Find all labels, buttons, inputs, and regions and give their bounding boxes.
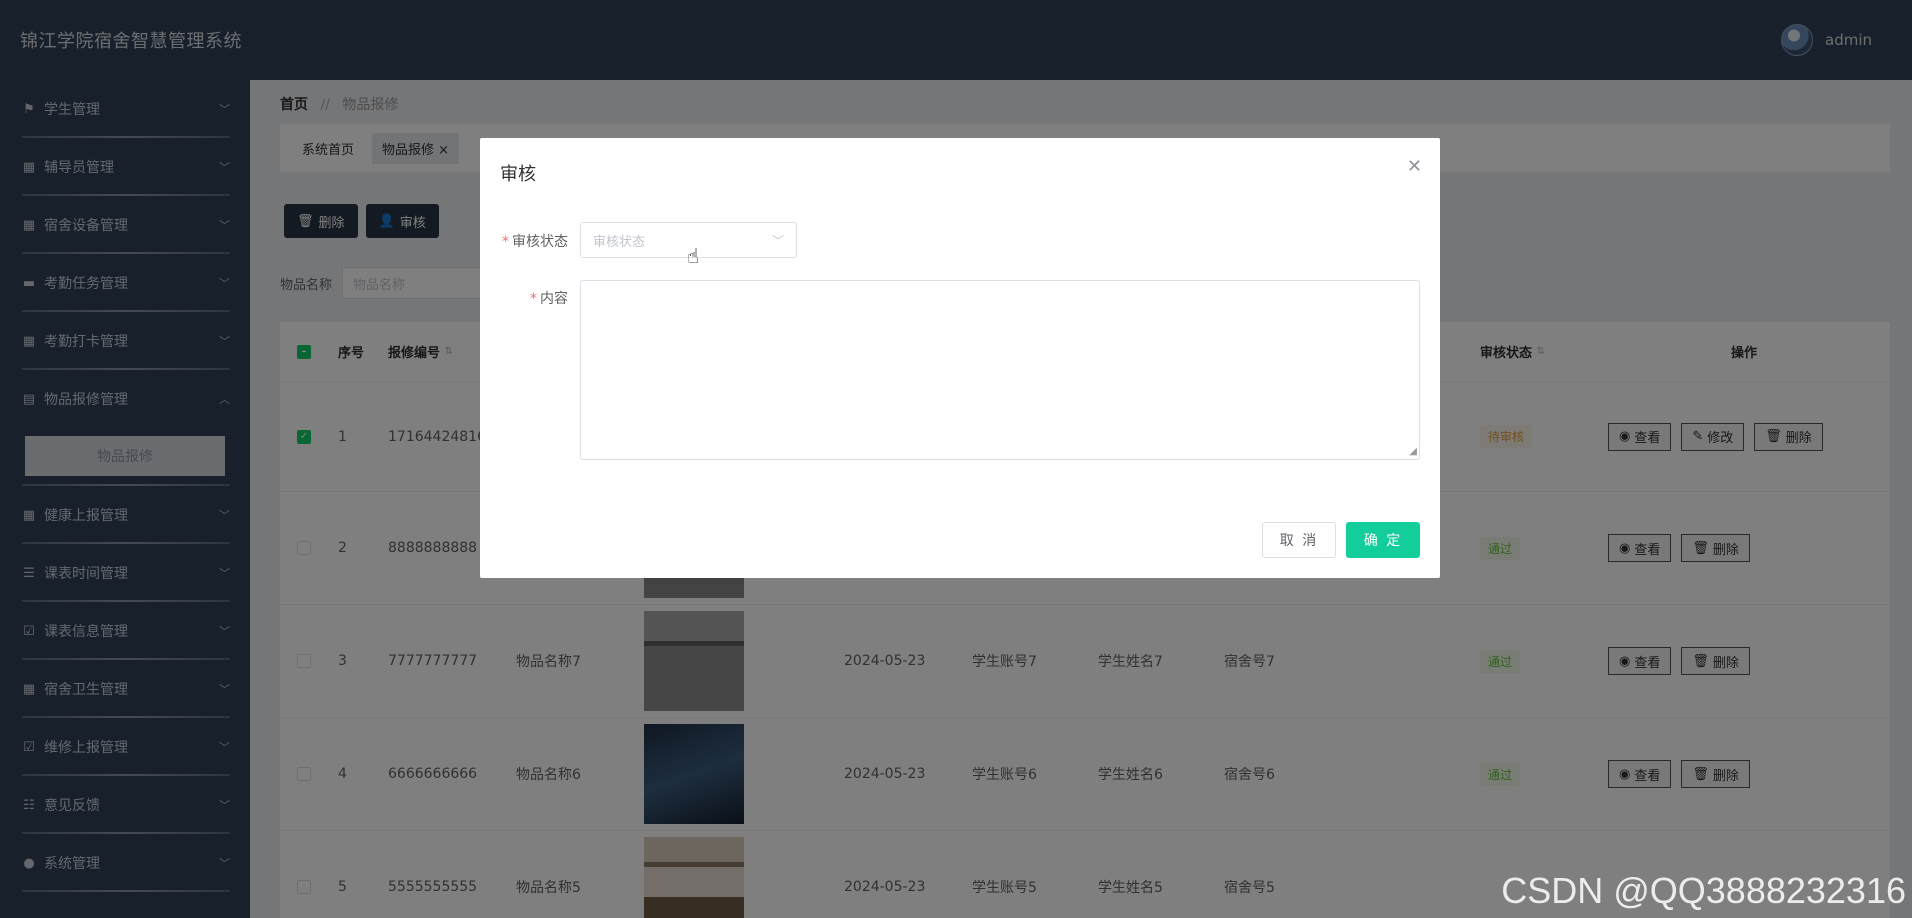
status-field-label: * 审核状态 — [502, 231, 568, 251]
cancel-button[interactable]: 取 消 — [1262, 522, 1336, 558]
content-textarea[interactable]: ◢ — [580, 280, 1420, 460]
content-field-label: * 内容 — [530, 288, 568, 308]
dialog-title: 审核 — [500, 164, 536, 185]
resize-handle-icon[interactable]: ◢ — [1409, 446, 1417, 457]
confirm-button[interactable]: 确 定 — [1346, 522, 1420, 558]
close-icon[interactable]: ✕ — [1407, 156, 1422, 177]
watermark: CSDN @QQ3888232316 — [1501, 870, 1906, 911]
hand-cursor-icon: ☝ — [687, 244, 700, 268]
audit-dialog: 审核 ✕ * 审核状态 审核状态 ﹀ ☝ * 内容 ◢ 取 消 确 定 — [480, 138, 1440, 578]
status-label-text: 审核状态 — [512, 234, 568, 250]
content-label-text: 内容 — [540, 291, 568, 307]
required-asterisk: * — [530, 291, 537, 307]
chevron-down-icon: ﹀ — [771, 233, 784, 248]
select-placeholder: 审核状态 — [593, 234, 646, 250]
required-asterisk: * — [502, 234, 509, 250]
